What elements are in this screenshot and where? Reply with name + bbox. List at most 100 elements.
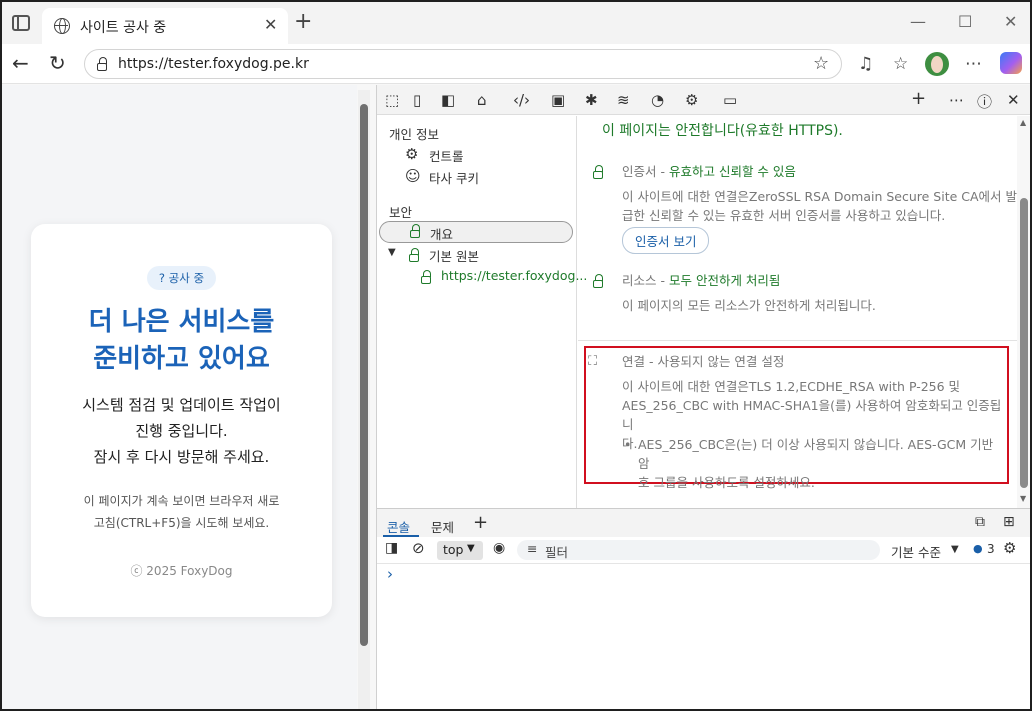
chevron-down-icon[interactable]: ▼ (388, 247, 396, 258)
sidebar-icon[interactable]: ◧ (441, 91, 455, 109)
context-select[interactable]: top ▼ (437, 541, 483, 560)
copilot-icon[interactable] (1000, 52, 1022, 74)
privacy-header: 개인 정보 (389, 127, 439, 142)
inspect-icon[interactable]: ⬚ (385, 91, 399, 109)
help-icon[interactable]: ⓘ (977, 91, 992, 112)
home-icon[interactable]: ⌂ (477, 91, 487, 109)
security-summary: 이 페이지는 안전합니다(유효한 HTTPS). (602, 123, 843, 139)
cert-label: 인증서 (622, 164, 657, 179)
network-icon[interactable]: ≋ (617, 91, 630, 109)
tab-actions-icon[interactable] (12, 15, 30, 31)
address-bar[interactable]: https://tester.foxydog.pe.kr ☆ (84, 49, 842, 79)
console-prompt[interactable]: › (387, 565, 393, 583)
lock-icon (409, 248, 419, 262)
sidebar-item-label: 개요 (430, 227, 454, 242)
chevron-down-icon[interactable]: ▼ (951, 544, 959, 555)
devtools-scrollbar[interactable]: ▲ ▼ (1017, 116, 1030, 508)
new-tab-button[interactable]: + (294, 11, 312, 33)
lock-icon (410, 224, 420, 238)
dock-icon[interactable]: ⊞ (1003, 514, 1015, 530)
status-badge: ? 공사 중 (146, 266, 217, 290)
sidebar-item-main-origin[interactable]: 기본 원본 (429, 246, 479, 265)
cookie-icon: ☺ (405, 167, 421, 185)
connection-highlight: ⛶ 연결 - 사용되지 않는 연결 설정 이 사이트에 대한 연결은TLS 1.… (584, 346, 1009, 490)
console-icon[interactable]: ▣ (551, 91, 565, 109)
performance-icon[interactable]: ◔ (651, 91, 664, 109)
issues-icon[interactable]: ● (973, 542, 983, 555)
refresh-note: 이 페이지가 계속 보이면 브라우저 새로 고침(CTRL+F5)을 시도해 보… (31, 490, 332, 534)
more-menu-icon[interactable]: ⋯ (965, 54, 982, 74)
console-toolbar: ◨ ⊘ top ▼ ◉ ≡ 필터 기본 수준 ▼ ● 3 ⚙ (377, 537, 1030, 564)
filter-input[interactable]: ≡ 필터 (517, 540, 880, 560)
cert-desc-line: 급한 신뢰할 수 있는 유효한 서버 인증서를 사용하고 있습니다. (622, 208, 946, 223)
application-icon[interactable]: ▭ (723, 91, 737, 109)
clear-console-icon[interactable]: ⊘ (412, 539, 425, 557)
sidebar-item-overview[interactable]: 개요 (379, 221, 573, 243)
tab-close-button[interactable]: ✕ (264, 15, 277, 34)
page-scroll-thumb[interactable] (360, 104, 368, 646)
more-icon[interactable]: ⋯ (949, 91, 964, 109)
back-button[interactable]: ← (12, 51, 29, 75)
view-certificate-button[interactable]: 인증서 보기 (622, 227, 710, 254)
desc-line: 시스템 점검 및 업데이트 작업이 (82, 396, 281, 414)
issues-count[interactable]: 3 (987, 542, 995, 556)
device-icon[interactable]: ▯ (413, 91, 421, 109)
note-line: 이 페이지가 계속 보이면 브라우저 새로 (83, 494, 280, 508)
devtools-scroll-thumb[interactable] (1020, 198, 1028, 488)
sidebar-item-controls[interactable]: 컨트롤 (429, 146, 464, 165)
scroll-down-icon[interactable]: ▼ (1020, 494, 1026, 503)
favorite-star-icon[interactable]: ☆ (813, 53, 829, 74)
tab-title: 사이트 공사 중 (80, 20, 167, 36)
maximize-button[interactable]: ☐ (958, 12, 972, 31)
chevron-down-icon: ▼ (467, 543, 475, 554)
copyright: ⓒ 2025 FoxyDog (130, 564, 233, 578)
conn-label: 연결 (622, 354, 646, 369)
sidebar-toggle-icon[interactable]: ◨ (385, 540, 398, 556)
lock-icon (421, 270, 431, 284)
sources-icon[interactable]: ✱ (585, 91, 598, 109)
read-aloud-icon[interactable]: ♫ (858, 54, 873, 74)
settings-gear-icon[interactable]: ⚙ (685, 91, 698, 109)
note-line: 고침(CTRL+F5)을 시도해 보세요. (93, 516, 270, 530)
address-text[interactable]: https://tester.foxydog.pe.kr (118, 56, 309, 72)
elements-icon[interactable]: ‹/› (513, 91, 530, 109)
tab-console[interactable]: 콘솔 (387, 517, 410, 536)
favorites-icon[interactable]: ☆ (893, 54, 908, 74)
filter-icon: ≡ (527, 541, 538, 556)
plus-icon[interactable]: + (911, 88, 926, 109)
minimize-button[interactable]: — (910, 12, 926, 31)
connection-recommendation: AES_256_CBC은(는) 더 이상 사용되지 않습니다. AES-GCM … (638, 435, 1008, 492)
eye-icon[interactable]: ◉ (493, 540, 505, 556)
desc-line: 잠시 후 다시 방문해 주세요. (93, 448, 270, 466)
conn-bullet-line: 호 그룹을 사용하도록 설정하세요. (638, 475, 815, 490)
filter-placeholder: 필터 (545, 545, 569, 560)
console-settings-icon[interactable]: ⚙ (1003, 539, 1016, 557)
res-status: 모두 안전하게 처리됨 (668, 273, 781, 288)
tab-active[interactable]: 사이트 공사 중 ✕ (42, 8, 288, 44)
page-scrollbar[interactable] (358, 90, 370, 709)
sidebar-item-third-party-cookies[interactable]: 타사 쿠키 (429, 168, 479, 187)
conn-status: 사용되지 않는 연결 설정 (657, 354, 785, 369)
add-tab-icon[interactable]: + (473, 512, 488, 533)
close-icon[interactable]: ✕ (1007, 91, 1020, 109)
log-levels-select[interactable]: 기본 수준 (891, 542, 941, 561)
connection-heading: 연결 - 사용되지 않는 연결 설정 (622, 354, 785, 369)
security-overview: 이 페이지는 안전합니다(유효한 HTTPS). 인증서 - 유효하고 신뢰할 … (578, 116, 1018, 508)
close-window-button[interactable]: ✕ (1004, 12, 1017, 31)
maintenance-card: ? 공사 중 더 나은 서비스를 준비하고 있어요 시스템 점검 및 업데이트 … (31, 224, 332, 617)
resources-heading: 리소스 - 모두 안전하게 처리됨 (622, 273, 781, 288)
headline-line: 더 나은 서비스를 (88, 307, 275, 337)
drawer-tabs: 콘솔 문제 + ⧉ ⊞ (377, 509, 1030, 537)
sidebar-item-origin-url[interactable]: https://tester.foxydog... (441, 268, 587, 283)
tab-issues[interactable]: 문제 (431, 517, 454, 536)
profile-avatar[interactable] (925, 52, 949, 76)
browser-window: 사이트 공사 중 ✕ + — ☐ ✕ ← ↻ https://tester.fo… (0, 0, 1032, 711)
res-label: 리소스 (622, 273, 657, 288)
resources-description: 이 페이지의 모든 리소스가 안전하게 처리됩니다. (622, 298, 876, 313)
scroll-up-icon[interactable]: ▲ (1020, 118, 1026, 127)
lock-icon[interactable] (97, 57, 107, 71)
refresh-button[interactable]: ↻ (49, 51, 66, 75)
cert-status: 유효하고 신뢰할 수 있음 (668, 164, 796, 179)
lock-icon (593, 165, 603, 179)
undock-icon[interactable]: ⧉ (975, 514, 985, 530)
